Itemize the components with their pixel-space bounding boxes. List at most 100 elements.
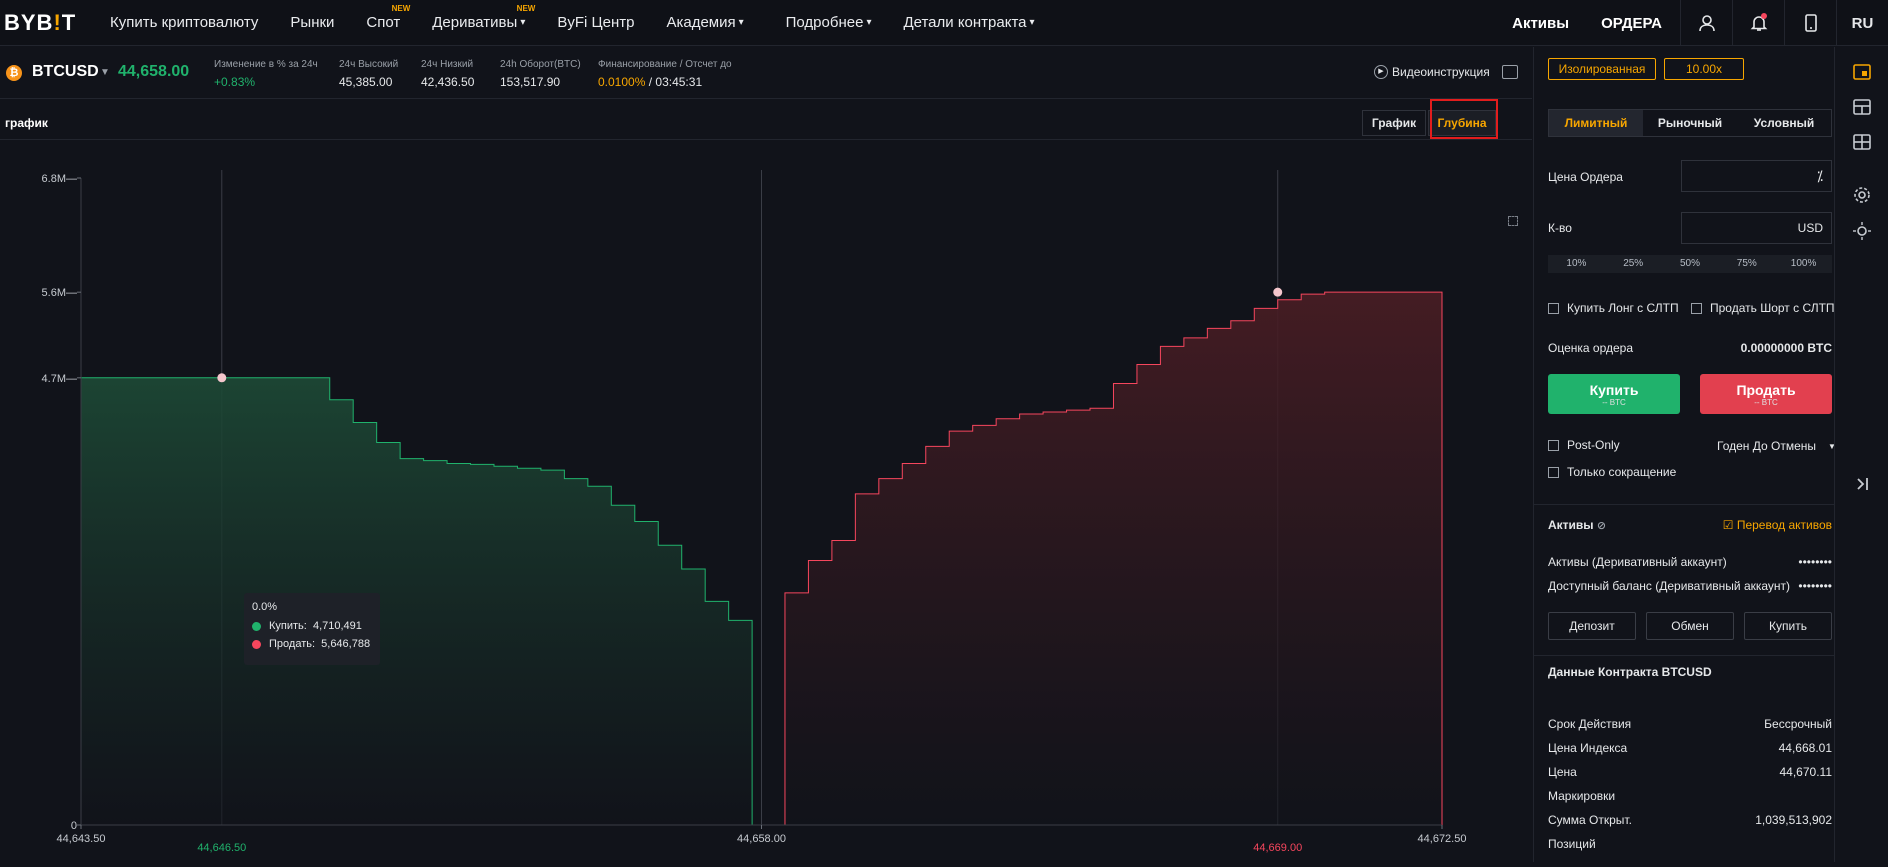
sell-short-button[interactable]: Продать -- BTC: [1700, 374, 1832, 414]
time-in-force-select[interactable]: Годен До Отмены ▼: [1717, 439, 1836, 453]
stat-high: 24ч Высокий 45,385.00: [339, 59, 398, 89]
stat-change: Изменение в % за 24ч +0.83%: [214, 59, 318, 89]
bell-icon[interactable]: [1732, 0, 1784, 46]
nav-buy-crypto[interactable]: Купить криптовалюту: [110, 14, 258, 31]
buy-long-button[interactable]: Купить -- BTC: [1548, 374, 1680, 414]
nav-label: Академия: [666, 14, 736, 31]
ticker-bar: ₿ BTCUSD ▼ 44,658.00 Изменение в % за 24…: [0, 47, 1532, 99]
tp-sl-long-checkbox[interactable]: Купить Лонг с СЛТП: [1548, 301, 1679, 315]
chevron-down-icon[interactable]: ▼: [100, 67, 110, 78]
settings-gear-icon[interactable]: [1853, 186, 1871, 204]
quantity-input[interactable]: USD: [1681, 212, 1832, 244]
nav-academy[interactable]: Академия ▾: [666, 14, 743, 31]
nav-orders[interactable]: ОРДЕРА: [1601, 15, 1662, 32]
available-value: ••••••••: [1798, 579, 1832, 593]
buy-hover-marker: [217, 373, 227, 383]
y-tick-label: 0: [71, 820, 77, 832]
grid-layout-icon[interactable]: [1853, 133, 1871, 151]
margin-mode-button[interactable]: Изолированная: [1548, 58, 1656, 80]
quantity-unit: USD: [1797, 221, 1823, 235]
nav-contract-details[interactable]: Детали контракта ▾: [903, 14, 1034, 31]
tab-chart[interactable]: График: [1362, 110, 1426, 136]
nav-more[interactable]: Подробнее ▾: [786, 14, 872, 31]
y-tick-label: 4.7M—: [42, 373, 77, 385]
nav-label: Деривативы: [432, 14, 518, 31]
video-guide-link[interactable]: ▶ Видеоинструкция: [1374, 65, 1490, 79]
nav-assets[interactable]: Активы: [1512, 15, 1569, 32]
exchange-button[interactable]: Обмен: [1646, 612, 1734, 640]
available-label: Доступный баланс (Деривативный аккаунт): [1548, 579, 1791, 593]
leverage-button[interactable]: 10.00x: [1664, 58, 1744, 80]
user-icon[interactable]: [1680, 0, 1732, 46]
assets-value: ••••••••: [1798, 555, 1832, 569]
logo-part: T: [61, 9, 77, 35]
percent-toggle-icon[interactable]: ⁒: [1817, 168, 1823, 185]
transfer-label: Перевод активов: [1736, 518, 1832, 532]
order-panel-layout-icon[interactable]: [1853, 63, 1871, 81]
post-only-checkbox[interactable]: Post-Only: [1548, 438, 1620, 452]
tp-sl-short-checkbox[interactable]: Продать Шорт с СЛТП: [1691, 301, 1835, 315]
nav-label: Детали контракта: [903, 14, 1027, 31]
percent-option[interactable]: 10%: [1548, 255, 1605, 273]
contract-row: Цена 44,670.11: [1548, 765, 1832, 779]
transfer-assets-link[interactable]: ☑ Перевод активов: [1723, 518, 1832, 532]
collapse-panel-icon[interactable]: [1853, 475, 1871, 493]
contract-row: Маркировки: [1548, 789, 1832, 803]
stat-low: 24ч Низкий 42,436.50: [421, 59, 474, 89]
calculator-icon[interactable]: [1502, 65, 1518, 79]
stat-label: 24ч Низкий: [421, 59, 474, 70]
percent-option[interactable]: 75%: [1718, 255, 1775, 273]
stat-label: 24ч Высокий: [339, 59, 399, 70]
reduce-only-checkbox[interactable]: Только сокращение: [1548, 465, 1676, 479]
nav-markets[interactable]: Рынки: [290, 14, 334, 31]
contract-label: Маркировки: [1548, 789, 1616, 803]
contract-value: Бессрочный: [1764, 717, 1832, 731]
checkbox-label: Post-Only: [1567, 438, 1620, 452]
symbol-selector[interactable]: BTCUSD: [32, 63, 99, 81]
tooltip-sell-row: Продать: 5,646,788: [252, 638, 372, 650]
y-tick-label: 5.6M—: [42, 287, 77, 299]
bybit-logo[interactable]: BYB!T: [4, 10, 100, 36]
percent-option[interactable]: 50%: [1662, 255, 1719, 273]
theme-sun-icon[interactable]: [1853, 222, 1871, 240]
depth-chart[interactable]: 6.8M— 5.6M— 4.7M— 0 44,643.50 44,658.00 44,672…: [0, 141, 1532, 862]
sell-button-label: Продать: [1736, 381, 1796, 398]
contract-value: 44,670.11: [1779, 765, 1833, 779]
buy-depth-area: [81, 377, 753, 825]
layout-icon[interactable]: [1853, 98, 1871, 116]
stat-funding[interactable]: Финансирование / Отсчет до 0.0100% / 03:…: [598, 59, 732, 89]
available-row: Доступный баланс (Деривативный аккаунт) …: [1548, 579, 1832, 593]
stat-value: 42,436.50: [421, 75, 475, 89]
order-price-input[interactable]: ⁒: [1681, 160, 1832, 192]
contract-label: Цена Индекса: [1548, 741, 1628, 755]
deposit-button[interactable]: Депозит: [1548, 612, 1636, 640]
checkbox-icon: [1548, 466, 1559, 478]
percent-option[interactable]: 100%: [1775, 255, 1832, 273]
assets-title: Активы ⊘: [1548, 518, 1606, 532]
contract-title: Данные Контракта BTCUSD: [1548, 665, 1832, 679]
chevron-down-icon: ▾: [866, 17, 872, 28]
nav-label: Рынки: [290, 14, 335, 31]
percent-option[interactable]: 25%: [1605, 255, 1662, 273]
mobile-icon[interactable]: [1784, 0, 1836, 46]
tab-limit[interactable]: Лимитный: [1549, 110, 1643, 136]
tooltip-buy-label: Купить: [269, 620, 304, 632]
nav-spot[interactable]: Спот NEW: [366, 4, 410, 31]
tooltip-sell-label: Продать: [269, 638, 312, 650]
percent-slider[interactable]: 10% 25% 50% 75% 100%: [1548, 255, 1832, 273]
nav-derivatives[interactable]: Деривативы ▾ NEW: [432, 4, 535, 31]
tooltip-buy-row: Купить: 4,710,491: [252, 620, 372, 632]
tab-conditional[interactable]: Условный: [1737, 110, 1831, 136]
logo-part: BYB: [4, 9, 54, 35]
buy-crypto-button[interactable]: Купить: [1744, 612, 1832, 640]
eye-off-icon[interactable]: ⊘: [1597, 520, 1606, 532]
stat-value: 153,517.90: [500, 75, 561, 89]
divider: [1534, 655, 1834, 656]
sell-depth-area: [784, 292, 1442, 825]
y-tick-label: 6.8M—: [42, 173, 77, 185]
tab-market[interactable]: Рыночный: [1643, 110, 1737, 136]
nav-label: ByFi Центр: [557, 14, 635, 31]
x-tick-label: 44,672.50: [1418, 833, 1467, 845]
language-selector[interactable]: RU: [1836, 0, 1888, 46]
nav-byfi[interactable]: ByFi Центр: [557, 14, 634, 31]
